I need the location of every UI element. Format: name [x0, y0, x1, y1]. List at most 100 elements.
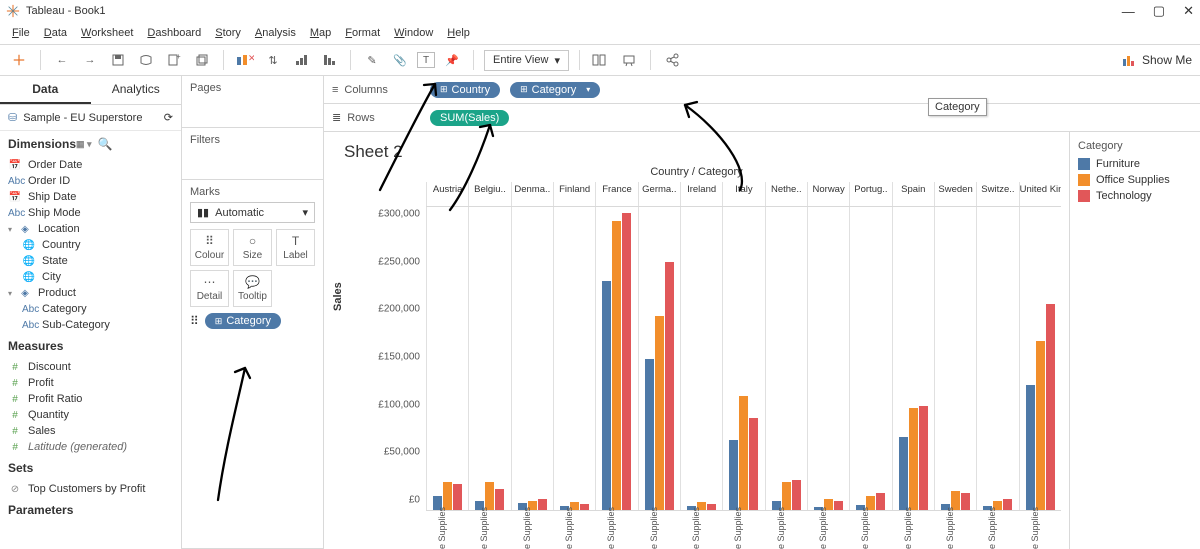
duplicate-button[interactable]	[191, 49, 213, 71]
columns-shelf[interactable]: ≡Columns ⊞Country⊞Category▾	[324, 76, 1200, 104]
bar[interactable]	[485, 482, 494, 510]
sort-asc-button[interactable]	[290, 49, 312, 71]
menu-story[interactable]: Story	[209, 25, 247, 41]
clear-button[interactable]: ✕	[234, 49, 256, 71]
bar[interactable]	[655, 316, 664, 510]
mark-colour[interactable]: ⠿Colour	[190, 229, 229, 266]
fit-dropdown[interactable]: Entire View▾	[484, 50, 569, 71]
bar[interactable]	[622, 213, 631, 510]
sheet-title[interactable]: Sheet 2	[344, 142, 1061, 162]
datasource-row[interactable]: ⛁ Sample - EU Superstore ⟳	[0, 105, 181, 131]
menu-window[interactable]: Window	[388, 25, 439, 41]
mark-label[interactable]: TLabel	[276, 229, 315, 266]
mark-detail[interactable]: ⋯Detail	[190, 270, 229, 307]
field-order-date[interactable]: 📅Order Date	[0, 157, 181, 173]
tab-analytics[interactable]: Analytics	[91, 76, 182, 104]
bar[interactable]	[645, 359, 654, 511]
show-me-button[interactable]: Show Me	[1122, 53, 1192, 67]
highlight-button[interactable]: ✎	[361, 49, 383, 71]
bar[interactable]	[495, 489, 504, 510]
bar[interactable]	[1003, 499, 1012, 510]
bar[interactable]	[612, 221, 621, 510]
rows-pill-sumsales[interactable]: SUM(Sales)	[430, 110, 509, 126]
bar[interactable]	[739, 396, 748, 510]
bar[interactable]	[602, 281, 611, 510]
field-latitude--generated-[interactable]: #Latitude (generated)	[0, 439, 181, 455]
share-button[interactable]	[661, 49, 683, 71]
columns-pill-country[interactable]: ⊞Country	[430, 82, 500, 98]
bar[interactable]	[1036, 341, 1045, 510]
bar[interactable]	[834, 501, 843, 510]
bar[interactable]	[665, 262, 674, 510]
field-state[interactable]: 🌐State	[0, 253, 181, 269]
field-profit-ratio[interactable]: #Profit Ratio	[0, 391, 181, 407]
window-maximize-button[interactable]: ▢	[1153, 3, 1165, 19]
rows-shelf[interactable]: ≣Rows SUM(Sales) Category	[324, 104, 1200, 132]
pin-button[interactable]: 📌	[441, 49, 463, 71]
menu-dashboard[interactable]: Dashboard	[141, 25, 207, 41]
field-product[interactable]: ▾ ◈Product	[0, 285, 181, 301]
sort-desc-button[interactable]	[318, 49, 340, 71]
text-button[interactable]: T	[417, 52, 435, 68]
bar[interactable]	[707, 504, 716, 510]
filters-card[interactable]: Filters	[182, 128, 323, 180]
bar[interactable]	[749, 418, 758, 510]
set-top-customers-by-profit[interactable]: ⊘Top Customers by Profit	[0, 481, 181, 497]
bar[interactable]	[909, 408, 918, 510]
field-sub-category[interactable]: AbcSub-Category	[0, 317, 181, 333]
columns-pill-category[interactable]: ⊞Category▾	[510, 82, 600, 98]
bar[interactable]	[782, 482, 791, 510]
bar[interactable]	[876, 493, 885, 510]
pages-card[interactable]: Pages	[182, 76, 323, 128]
tab-data[interactable]: Data	[0, 76, 91, 104]
new-datasource-button[interactable]	[135, 49, 157, 71]
field-ship-date[interactable]: 📅Ship Date	[0, 189, 181, 205]
list-icon[interactable]: ▦ ▾	[76, 139, 92, 150]
group-button[interactable]: 📎	[389, 49, 411, 71]
bar[interactable]	[453, 484, 462, 511]
save-button[interactable]	[107, 49, 129, 71]
search-icon[interactable]: 🔍	[98, 137, 113, 151]
field-profit[interactable]: #Profit	[0, 375, 181, 391]
presentation-button[interactable]	[618, 49, 640, 71]
menu-map[interactable]: Map	[304, 25, 337, 41]
menu-format[interactable]: Format	[339, 25, 386, 41]
bar[interactable]	[899, 437, 908, 510]
marks-color-pill[interactable]: ⊞ Category	[205, 313, 281, 329]
field-order-id[interactable]: AbcOrder ID	[0, 173, 181, 189]
field-location[interactable]: ▾ ◈Location	[0, 221, 181, 237]
field-sales[interactable]: #Sales	[0, 423, 181, 439]
menu-file[interactable]: File	[6, 25, 36, 41]
field-country[interactable]: 🌐Country	[0, 237, 181, 253]
legend-item-furniture[interactable]: Furniture	[1078, 158, 1192, 170]
bar[interactable]	[961, 493, 970, 510]
window-minimize-button[interactable]: —	[1122, 4, 1135, 19]
legend-item-office-supplies[interactable]: Office Supplies	[1078, 174, 1192, 186]
marks-type-dropdown[interactable]: ▮▮ Automatic ▾	[190, 202, 315, 223]
bar[interactable]	[1046, 304, 1055, 510]
back-button[interactable]: ←	[51, 49, 73, 71]
mark-size[interactable]: ○Size	[233, 229, 272, 266]
bar[interactable]	[792, 480, 801, 510]
menu-help[interactable]: Help	[441, 25, 476, 41]
mark-tooltip[interactable]: 💬Tooltip	[233, 270, 272, 307]
menu-analysis[interactable]: Analysis	[249, 25, 302, 41]
field-discount[interactable]: #Discount	[0, 359, 181, 375]
new-worksheet-button[interactable]: +	[163, 49, 185, 71]
menu-worksheet[interactable]: Worksheet	[75, 25, 139, 41]
bar[interactable]	[580, 504, 589, 510]
field-city[interactable]: 🌐City	[0, 269, 181, 285]
swap-button[interactable]: ⇅	[262, 49, 284, 71]
bar[interactable]	[1026, 385, 1035, 510]
window-close-button[interactable]: ✕	[1183, 3, 1194, 19]
bar[interactable]	[538, 499, 547, 510]
tableau-icon[interactable]	[8, 49, 30, 71]
bar[interactable]	[919, 406, 928, 510]
legend-item-technology[interactable]: Technology	[1078, 190, 1192, 202]
bar[interactable]	[729, 440, 738, 510]
bar[interactable]	[443, 482, 452, 510]
field-category[interactable]: AbcCategory	[0, 301, 181, 317]
field-quantity[interactable]: #Quantity	[0, 407, 181, 423]
menu-data[interactable]: Data	[38, 25, 73, 41]
show-cards-button[interactable]	[590, 49, 612, 71]
